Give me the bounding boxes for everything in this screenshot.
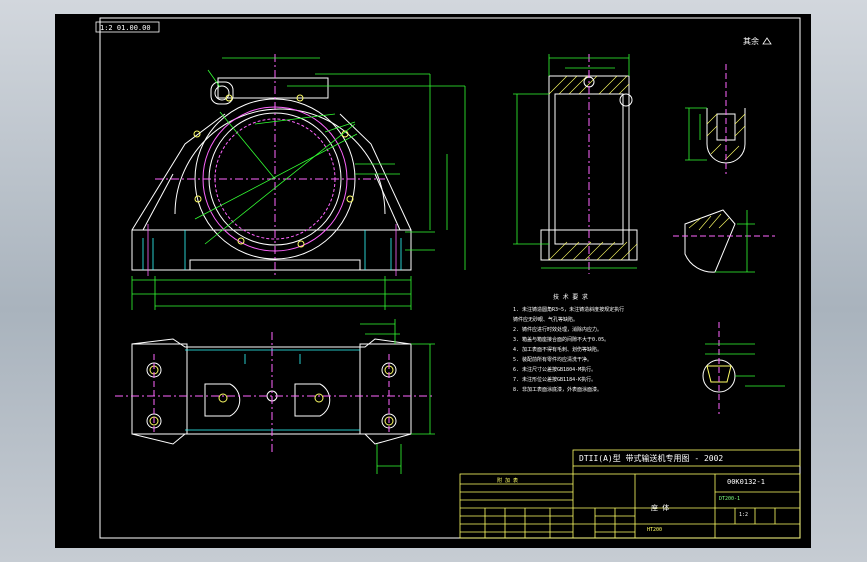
tech-line: 1. 未注铸造圆角R3~5，未注铸造斜度按规定执行 [513,306,624,313]
table-header: 附 加 表 [497,477,518,484]
tech-line: 2. 铸件应进行时效处理，消除内应力。 [513,326,602,333]
front-view [131,54,466,310]
material: HT200 [647,527,662,533]
corner-roughness-mark: 其余 [743,36,759,46]
code: DT200-1 [719,496,740,502]
tech-title: 技 术 要 求 [553,293,588,301]
detail-views [673,64,785,414]
cad-drawing: 1:2 01.00.00 其余 技 术 要 求 1. 未注铸造圆角R3~5，未注… [95,17,801,539]
side-section-view [513,54,638,274]
tech-line: 7. 未注形位公差按GB1184-K执行。 [513,376,596,383]
tech-line: 5. 装配前所有零件均应清洗干净。 [513,356,592,363]
technical-requirements: 技 术 要 求 1. 未注铸造圆角R3~5，未注铸造斜度按规定执行 铸件应无砂眼… [513,293,624,393]
title-block [459,449,801,539]
tech-line: 4. 加工表面不得有毛刺、划伤等缺陷。 [513,346,602,353]
scale: 1:2 [739,512,748,518]
tech-line: 3. 箱盖与箱座接合面的间隙不大于0.05。 [513,336,609,343]
scale-box-text: 1:2 01.00.00 [100,24,151,32]
tech-line: 铸件应无砂眼、气孔等缺陷。 [513,316,578,323]
drawing-number: 00K0132-1 [727,478,765,486]
plan-view [115,319,435,474]
part-name: 座 体 [651,503,669,512]
tech-line: 6. 未注尺寸公差按GB1804-M执行。 [513,366,596,373]
main-title: DTII(A)型 带式输送机专用图 - 2002 [579,453,723,463]
drawing-sheet: 1:2 01.00.00 其余 技 术 要 求 1. 未注铸造圆角R3~5，未注… [55,14,811,548]
tech-line: 8. 非加工表面涂底漆，外表面涂面漆。 [513,386,602,393]
roughness-icon [762,37,772,45]
